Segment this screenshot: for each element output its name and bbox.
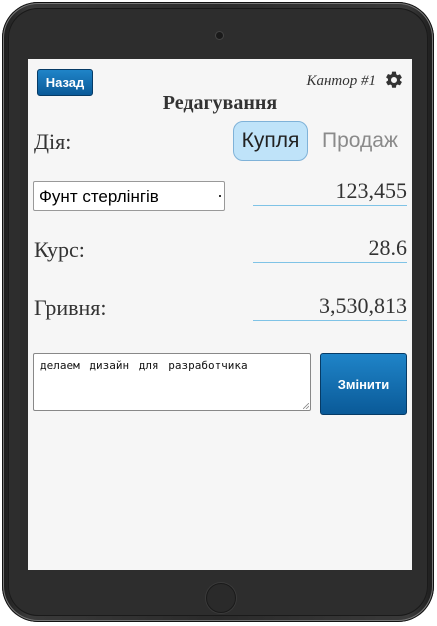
currency-select[interactable]: Фунт стерлінгів [33, 181, 225, 211]
office-label: Кантор #1 [306, 73, 377, 89]
total-input[interactable]: 3,530,813 [253, 295, 407, 321]
note-textarea[interactable]: делаем дизайн для разработчика [33, 353, 311, 411]
currency-selected-value: Фунт стерлінгів [39, 187, 159, 206]
rate-input[interactable]: 28.6 [253, 237, 407, 263]
buy-toggle[interactable]: Купля [233, 121, 308, 161]
note-text: делаем дизайн для разработчика [40, 359, 248, 372]
amount-input[interactable]: 123,455 [253, 180, 407, 206]
rate-label: Курс: [34, 237, 85, 262]
chevron-down-icon [219, 195, 221, 197]
tablet-frame: Назад Кантор #1 Редагування Дія: Купля П… [2, 2, 434, 622]
gear-icon[interactable] [384, 70, 404, 90]
change-button[interactable]: Змінити [320, 353, 407, 415]
home-button[interactable] [206, 583, 236, 613]
total-label: Гривня: [34, 295, 107, 320]
page-title: Редагування [162, 92, 278, 114]
operation-label: Дія: [34, 129, 72, 154]
camera [216, 32, 223, 39]
sell-toggle[interactable]: Продаж [316, 121, 404, 161]
resize-grip-icon[interactable] [303, 403, 309, 409]
app-screen: Назад Кантор #1 Редагування Дія: Купля П… [28, 59, 412, 570]
